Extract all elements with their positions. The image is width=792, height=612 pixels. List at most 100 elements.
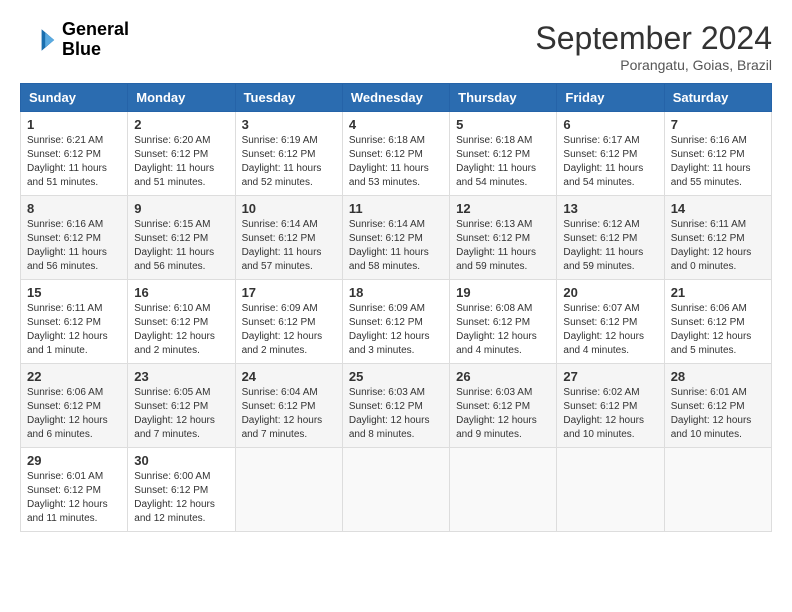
day-number: 16 — [134, 285, 228, 300]
calendar-cell: 16 Sunrise: 6:10 AM Sunset: 6:12 PM Dayli… — [128, 280, 235, 364]
title-area: September 2024 Porangatu, Goias, Brazil — [535, 20, 772, 73]
calendar-cell: 2 Sunrise: 6:20 AM Sunset: 6:12 PM Daylig… — [128, 112, 235, 196]
day-info: Sunrise: 6:07 AM Sunset: 6:12 PM Dayligh… — [563, 302, 657, 358]
calendar-cell: 11 Sunrise: 6:14 AM Sunset: 6:12 PM Dayli… — [342, 196, 449, 280]
day-info: Sunrise: 6:06 AM Sunset: 6:12 PM Dayligh… — [27, 386, 121, 442]
day-info: Sunrise: 6:16 AM Sunset: 6:12 PM Dayligh… — [27, 218, 121, 274]
calendar-cell: 21 Sunrise: 6:06 AM Sunset: 6:12 PM Dayli… — [664, 280, 771, 364]
logo-line1: General — [62, 20, 129, 40]
day-info: Sunrise: 6:15 AM Sunset: 6:12 PM Dayligh… — [134, 218, 228, 274]
calendar-cell: 25 Sunrise: 6:03 AM Sunset: 6:12 PM Dayli… — [342, 364, 449, 448]
calendar-cell: 24Sunrise: 6:04 AM Sunset: 6:12 PM Dayli… — [235, 364, 342, 448]
day-number: 12 — [456, 201, 550, 216]
day-number: 6 — [563, 117, 657, 132]
calendar-cell: 7Sunrise: 6:16 AM Sunset: 6:12 PM Daylig… — [664, 112, 771, 196]
day-info: Sunrise: 6:18 AM Sunset: 6:12 PM Dayligh… — [349, 134, 443, 190]
calendar-cell: 23Sunrise: 6:05 AM Sunset: 6:12 PM Dayli… — [128, 364, 235, 448]
weekday-header-row: SundayMondayTuesdayWednesdayThursdayFrid… — [21, 84, 772, 112]
day-number: 23 — [134, 369, 228, 384]
calendar-cell: 30 Sunrise: 6:00 AM Sunset: 6:12 PM Dayli… — [128, 448, 235, 532]
day-info: Sunrise: 6:14 AM Sunset: 6:12 PM Dayligh… — [242, 218, 336, 274]
day-info: Sunrise: 6:18 AM Sunset: 6:12 PM Dayligh… — [456, 134, 550, 190]
calendar-cell — [557, 448, 664, 532]
day-number: 11 — [349, 201, 443, 216]
day-number: 7 — [671, 117, 765, 132]
day-number: 21 — [671, 285, 765, 300]
calendar-week-row: 22 Sunrise: 6:06 AM Sunset: 6:12 PM Dayli… — [21, 364, 772, 448]
calendar-week-row: 1 Sunrise: 6:21 AM Sunset: 6:12 PM Daylig… — [21, 112, 772, 196]
calendar-cell: 1 Sunrise: 6:21 AM Sunset: 6:12 PM Daylig… — [21, 112, 128, 196]
calendar-cell: 27Sunrise: 6:02 AM Sunset: 6:12 PM Dayli… — [557, 364, 664, 448]
calendar-week-row: 29 Sunrise: 6:01 AM Sunset: 6:12 PM Dayli… — [21, 448, 772, 532]
calendar-cell: 3 Sunrise: 6:19 AM Sunset: 6:12 PM Daylig… — [235, 112, 342, 196]
day-info: Sunrise: 6:12 AM Sunset: 6:12 PM Dayligh… — [563, 218, 657, 274]
calendar-cell: 17 Sunrise: 6:09 AM Sunset: 6:12 PM Dayli… — [235, 280, 342, 364]
day-number: 4 — [349, 117, 443, 132]
day-info: Sunrise: 6:20 AM Sunset: 6:12 PM Dayligh… — [134, 134, 228, 190]
day-number: 27 — [563, 369, 657, 384]
day-info: Sunrise: 6:08 AM Sunset: 6:12 PM Dayligh… — [456, 302, 550, 358]
calendar-cell: 18Sunrise: 6:09 AM Sunset: 6:12 PM Dayli… — [342, 280, 449, 364]
calendar-cell: 8 Sunrise: 6:16 AM Sunset: 6:12 PM Daylig… — [21, 196, 128, 280]
day-info: Sunrise: 6:00 AM Sunset: 6:12 PM Dayligh… — [134, 470, 228, 526]
calendar-cell: 10 Sunrise: 6:14 AM Sunset: 6:12 PM Dayli… — [235, 196, 342, 280]
day-number: 17 — [242, 285, 336, 300]
day-info: Sunrise: 6:01 AM Sunset: 6:12 PM Dayligh… — [671, 386, 765, 442]
day-number: 9 — [134, 201, 228, 216]
calendar-week-row: 8 Sunrise: 6:16 AM Sunset: 6:12 PM Daylig… — [21, 196, 772, 280]
weekday-header-tuesday: Tuesday — [235, 84, 342, 112]
calendar-cell: 5 Sunrise: 6:18 AM Sunset: 6:12 PM Daylig… — [450, 112, 557, 196]
day-number: 19 — [456, 285, 550, 300]
day-number: 14 — [671, 201, 765, 216]
day-info: Sunrise: 6:14 AM Sunset: 6:12 PM Dayligh… — [349, 218, 443, 274]
day-number: 30 — [134, 453, 228, 468]
day-number: 29 — [27, 453, 121, 468]
day-number: 8 — [27, 201, 121, 216]
day-number: 13 — [563, 201, 657, 216]
day-info: Sunrise: 6:11 AM Sunset: 6:12 PM Dayligh… — [27, 302, 121, 358]
day-number: 1 — [27, 117, 121, 132]
weekday-header-friday: Friday — [557, 84, 664, 112]
weekday-header-monday: Monday — [128, 84, 235, 112]
day-info: Sunrise: 6:06 AM Sunset: 6:12 PM Dayligh… — [671, 302, 765, 358]
day-info: Sunrise: 6:03 AM Sunset: 6:12 PM Dayligh… — [349, 386, 443, 442]
page-header: General Blue September 2024 Porangatu, G… — [20, 20, 772, 73]
calendar-cell — [235, 448, 342, 532]
weekday-header-saturday: Saturday — [664, 84, 771, 112]
calendar-cell — [450, 448, 557, 532]
logo-text: General Blue — [62, 20, 129, 60]
calendar-cell: 4 Sunrise: 6:18 AM Sunset: 6:12 PM Daylig… — [342, 112, 449, 196]
calendar-cell: 19 Sunrise: 6:08 AM Sunset: 6:12 PM Dayli… — [450, 280, 557, 364]
month-year: September 2024 — [535, 20, 772, 57]
day-number: 10 — [242, 201, 336, 216]
day-number: 5 — [456, 117, 550, 132]
day-number: 20 — [563, 285, 657, 300]
day-number: 3 — [242, 117, 336, 132]
day-info: Sunrise: 6:13 AM Sunset: 6:12 PM Dayligh… — [456, 218, 550, 274]
day-number: 18 — [349, 285, 443, 300]
calendar-cell: 15 Sunrise: 6:11 AM Sunset: 6:12 PM Dayli… — [21, 280, 128, 364]
logo: General Blue — [20, 20, 129, 60]
calendar-cell: 12 Sunrise: 6:13 AM Sunset: 6:12 PM Dayli… — [450, 196, 557, 280]
day-number: 28 — [671, 369, 765, 384]
day-info: Sunrise: 6:03 AM Sunset: 6:12 PM Dayligh… — [456, 386, 550, 442]
day-info: Sunrise: 6:17 AM Sunset: 6:12 PM Dayligh… — [563, 134, 657, 190]
day-number: 2 — [134, 117, 228, 132]
day-number: 24 — [242, 369, 336, 384]
day-number: 15 — [27, 285, 121, 300]
calendar-cell: 13 Sunrise: 6:12 AM Sunset: 6:12 PM Dayli… — [557, 196, 664, 280]
day-info: Sunrise: 6:01 AM Sunset: 6:12 PM Dayligh… — [27, 470, 121, 526]
calendar-cell: 28 Sunrise: 6:01 AM Sunset: 6:12 PM Dayli… — [664, 364, 771, 448]
calendar-week-row: 15 Sunrise: 6:11 AM Sunset: 6:12 PM Dayli… — [21, 280, 772, 364]
day-info: Sunrise: 6:09 AM Sunset: 6:12 PM Dayligh… — [242, 302, 336, 358]
calendar-cell: 29 Sunrise: 6:01 AM Sunset: 6:12 PM Dayli… — [21, 448, 128, 532]
day-info: Sunrise: 6:11 AM Sunset: 6:12 PM Dayligh… — [671, 218, 765, 274]
day-info: Sunrise: 6:21 AM Sunset: 6:12 PM Dayligh… — [27, 134, 121, 190]
calendar-table: SundayMondayTuesdayWednesdayThursdayFrid… — [20, 83, 772, 532]
calendar-cell — [664, 448, 771, 532]
day-info: Sunrise: 6:19 AM Sunset: 6:12 PM Dayligh… — [242, 134, 336, 190]
day-info: Sunrise: 6:10 AM Sunset: 6:12 PM Dayligh… — [134, 302, 228, 358]
day-number: 22 — [27, 369, 121, 384]
day-number: 25 — [349, 369, 443, 384]
weekday-header-sunday: Sunday — [21, 84, 128, 112]
